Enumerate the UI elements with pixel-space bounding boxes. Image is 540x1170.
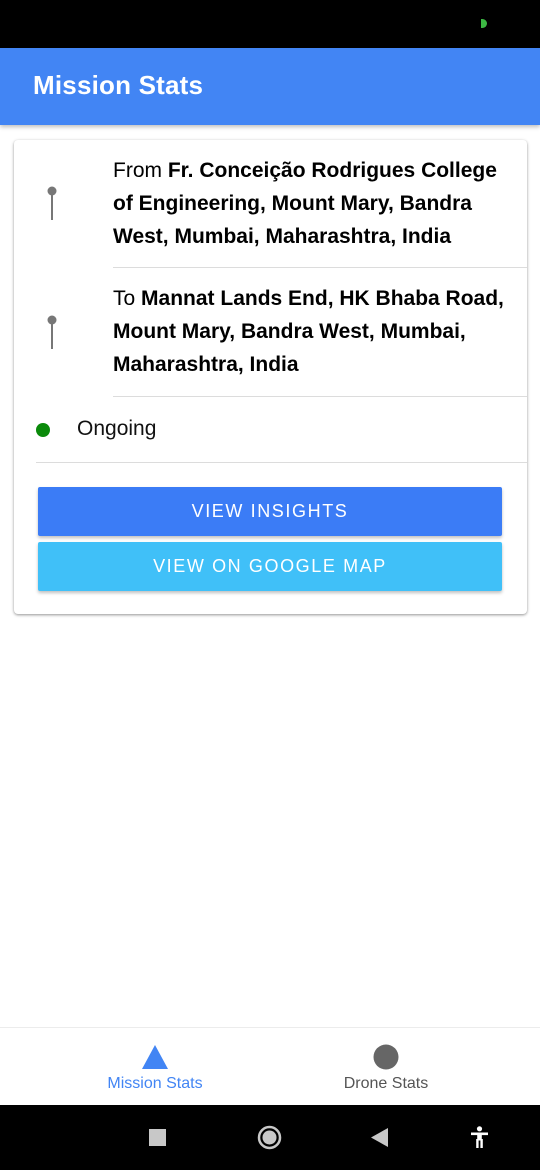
bottom-navigation: Mission Stats Drone Stats [0, 1027, 540, 1105]
circle-icon [373, 1044, 399, 1070]
triangle-icon [142, 1045, 168, 1069]
to-location-text: To Mannat Lands End, HK Bhaba Road, Moun… [113, 282, 513, 381]
system-navigation-bar [0, 1105, 540, 1170]
from-prefix: From [113, 159, 162, 182]
nav-label-drone-stats: Drone Stats [343, 1075, 429, 1092]
view-insights-button[interactable]: VIEW INSIGHTS [38, 487, 502, 536]
from-location-row: From Fr. Conceição Rodrigues College of … [14, 140, 527, 268]
from-location-text: From Fr. Conceição Rodrigues College of … [113, 154, 513, 253]
pin-icon [47, 315, 57, 349]
from-place: Fr. Conceição Rodrigues College of Engin… [113, 159, 497, 248]
status-bar [0, 0, 540, 48]
nav-item-drone-stats[interactable]: Drone Stats [286, 1028, 486, 1106]
nav-item-mission-stats[interactable]: Mission Stats [55, 1028, 255, 1106]
view-on-google-map-button[interactable]: VIEW ON GOOGLE MAP [38, 542, 502, 591]
status-label: Ongoing [77, 417, 157, 440]
accessibility-icon[interactable] [470, 1126, 489, 1148]
app-bar: Mission Stats [0, 48, 540, 125]
page-title: Mission Stats [33, 70, 204, 100]
mission-card: From Fr. Conceição Rodrigues College of … [14, 140, 527, 614]
to-prefix: To [113, 287, 136, 310]
status-indicator-icon [481, 19, 487, 28]
status-dot-icon [36, 423, 50, 437]
home-icon[interactable] [257, 1125, 282, 1150]
divider [36, 462, 527, 463]
mission-status-row: Ongoing [14, 397, 527, 462]
recents-icon[interactable] [149, 1129, 166, 1146]
to-place: Mannat Lands End, HK Bhaba Road, Mount M… [113, 287, 504, 376]
pin-icon [47, 186, 57, 220]
to-location-row: To Mannat Lands End, HK Bhaba Road, Moun… [14, 268, 527, 398]
back-icon[interactable] [371, 1128, 389, 1147]
nav-label-mission-stats: Mission Stats [107, 1075, 203, 1092]
